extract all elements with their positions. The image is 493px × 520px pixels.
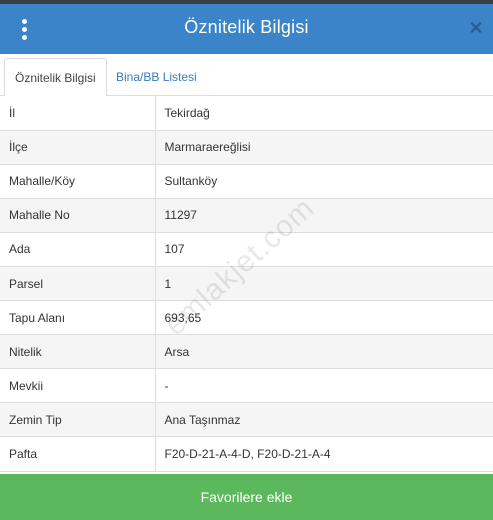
row-value: F20-D-21-A-4-D, F20-D-21-A-4 xyxy=(164,446,331,461)
row-label: Pafta xyxy=(0,436,156,472)
row-label: Mevkii xyxy=(0,368,156,403)
attribute-table: İl Tekirdağ İlçe Marmaraereğlisi Mahalle… xyxy=(0,96,493,472)
row-value: Tekirdağ xyxy=(164,105,210,120)
row-value: Marmaraereğlisi xyxy=(164,140,251,155)
table-row: Ada 107 xyxy=(0,232,493,267)
tab-attribute-info[interactable]: Öznitelik Bilgisi xyxy=(4,58,107,97)
row-label: Tapu Alanı xyxy=(0,300,156,335)
row-label: Mahalle No xyxy=(0,198,156,233)
table-row: Mevkii - xyxy=(0,368,493,403)
table-row: Pafta F20-D-21-A-4-D, F20-D-21-A-4 xyxy=(0,436,493,472)
row-label: Mahalle/Köy xyxy=(0,164,156,199)
tab-building-list[interactable]: Bina/BB Listesi xyxy=(106,58,207,97)
table-row: Mahalle/Köy Sultanköy xyxy=(0,164,493,199)
row-label: Parsel xyxy=(0,266,156,301)
table-row: İl Tekirdağ xyxy=(0,96,493,131)
row-value: Ana Taşınmaz xyxy=(164,412,241,427)
dialog-header: Öznitelik Bilgisi ✕ xyxy=(0,4,493,54)
add-to-favorites-button[interactable]: Favorilere ekle xyxy=(0,474,493,520)
row-value: 693,65 xyxy=(164,310,202,325)
close-icon[interactable]: ✕ xyxy=(467,18,485,38)
table-row: Mahalle No 11297 xyxy=(0,198,493,233)
table-row: Nitelik Arsa xyxy=(0,334,493,369)
table-row: Zemin Tip Ana Taşınmaz xyxy=(0,402,493,437)
row-value: 1 xyxy=(164,276,172,291)
table-row: Parsel 1 xyxy=(0,266,493,301)
row-value: Arsa xyxy=(164,344,190,359)
table-row: İlçe Marmaraereğlisi xyxy=(0,130,493,165)
row-label: Nitelik xyxy=(0,334,156,369)
tab-bar: Öznitelik Bilgisi Bina/BB Listesi xyxy=(0,54,493,97)
dialog-title: Öznitelik Bilgisi xyxy=(184,17,309,37)
row-value: 107 xyxy=(164,242,185,257)
row-label: Zemin Tip xyxy=(0,402,156,437)
row-value: Sultanköy xyxy=(164,174,218,189)
table-row: Tapu Alanı 693,65 xyxy=(0,300,493,335)
row-value: 11297 xyxy=(164,208,197,223)
row-label: Ada xyxy=(0,232,156,267)
row-label: İl xyxy=(0,96,156,131)
row-value: - xyxy=(164,378,169,393)
row-label: İlçe xyxy=(0,130,156,165)
